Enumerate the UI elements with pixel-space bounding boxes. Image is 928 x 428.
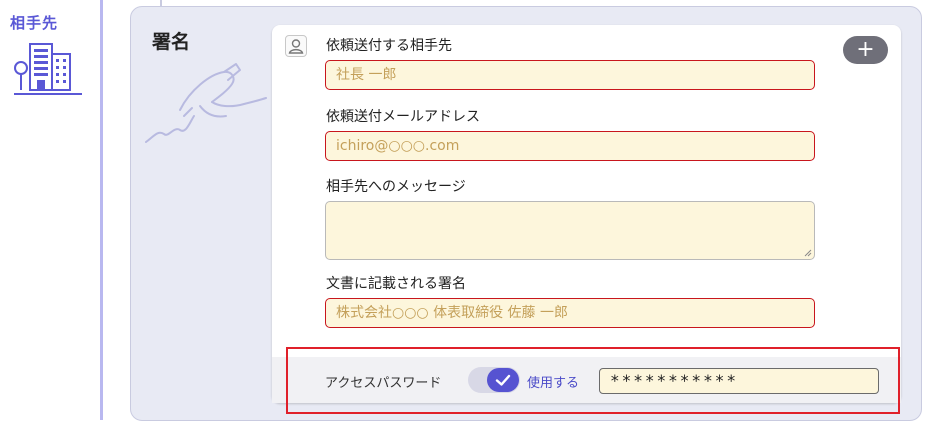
building-icon	[14, 43, 82, 95]
sidebar-label: 相手先	[10, 14, 59, 32]
recipient-label: 依頼送付する相手先	[326, 38, 452, 54]
message-label: 相手先へのメッセージ	[326, 179, 466, 195]
section-title: 署名	[152, 31, 191, 53]
resize-grip-icon[interactable]	[804, 249, 812, 257]
signature-label: 文書に記載される署名	[326, 276, 466, 292]
sidebar-rail	[100, 0, 103, 420]
add-recipient-button[interactable]: +	[843, 36, 888, 64]
plus-icon: +	[856, 37, 875, 62]
email-input[interactable]: ichiro@○○○.com	[325, 131, 815, 161]
signature-illustration	[145, 63, 267, 143]
signature-input[interactable]: 株式会社○○○ 体表取締役 佐藤 一郎	[325, 298, 815, 328]
person-icon	[285, 35, 307, 57]
message-textarea[interactable]	[325, 201, 815, 260]
highlight-box	[286, 347, 900, 414]
email-label: 依頼送付メールアドレス	[326, 109, 480, 125]
recipient-name-input[interactable]: 社長 一郎	[325, 60, 815, 90]
